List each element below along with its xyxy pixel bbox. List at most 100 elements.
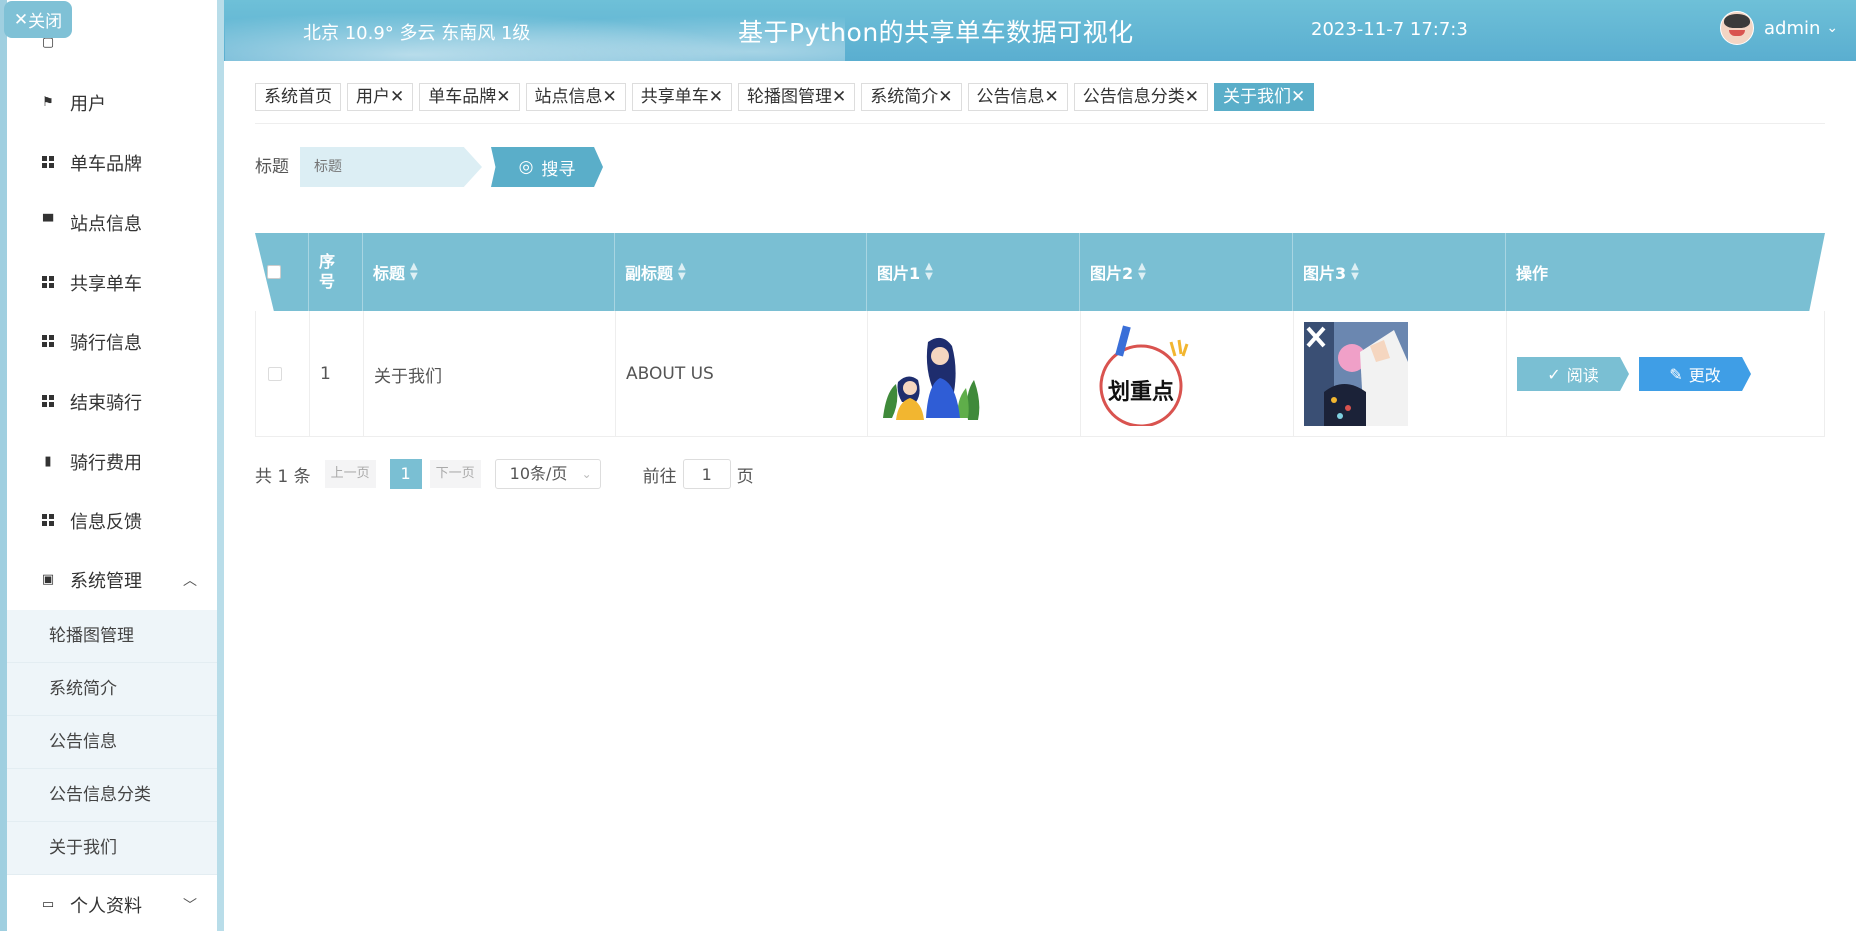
tab-carousel[interactable]: 轮播图管理✕: [738, 83, 856, 111]
tab-system-intro[interactable]: 系统简介✕: [861, 83, 962, 111]
tab-shared-bikes[interactable]: 共享单车✕: [631, 83, 732, 111]
sort-icon[interactable]: ▲ ▼: [1138, 262, 1146, 282]
tab-notices[interactable]: 公告信息✕: [967, 83, 1068, 111]
select-all-cell: [255, 233, 309, 311]
goto-label: 前往: [642, 466, 677, 487]
read-button-label: 阅读: [1566, 366, 1599, 385]
sort-icon[interactable]: ▲ ▼: [410, 262, 418, 282]
tab-about-us[interactable]: 关于我们✕: [1214, 83, 1315, 111]
sidebar: ▢ ⚑ 用户 单车品牌 ▀ 站点信息 共享单车 骑行信息 结束骑行 ▮ 骑行费用: [0, 0, 224, 931]
sidebar-item-label: 用户: [70, 94, 106, 115]
check-icon: ✓: [1547, 364, 1561, 384]
page-number-current[interactable]: 1: [389, 459, 422, 489]
col-header-pic3[interactable]: 图片3 ▲ ▼: [1293, 233, 1506, 311]
doc-icon: ▢: [41, 35, 55, 50]
col-header-index: 序号: [309, 233, 363, 311]
tab-divider: [255, 123, 1825, 124]
sidebar-subitem-notice-category[interactable]: 公告信息分类: [7, 769, 217, 822]
col-header-label: 图片2: [1090, 264, 1134, 283]
sidebar-item-ride-fees[interactable]: ▮ 骑行费用: [7, 432, 217, 492]
system-submenu: 轮播图管理 系统简介 公告信息 公告信息分类 关于我们: [7, 610, 217, 875]
main-content: 系统首页 用户✕ 单车品牌✕ 站点信息✕ 共享单车✕ 轮播图管理✕ 系统简介✕ …: [224, 61, 1856, 931]
sidebar-item-label: 骑行信息: [70, 333, 142, 354]
sidebar-item-end-ride[interactable]: 结束骑行: [7, 372, 217, 432]
search-button-label: 搜寻: [541, 159, 576, 180]
datetime: 2023-11-7 17:7:3: [1311, 19, 1468, 40]
search-input[interactable]: [300, 147, 482, 187]
goto-page-input[interactable]: [682, 459, 731, 489]
table-row: 1 关于我们 ABOUT US 划重点 ✓ 阅读 ✎ 更改: [255, 311, 1825, 437]
edit-icon: ✎: [1669, 364, 1683, 384]
grid-icon: [41, 276, 55, 290]
close-button[interactable]: ✕ 关闭: [4, 1, 72, 38]
cell-pic2: 划重点: [1081, 311, 1294, 437]
col-header-title[interactable]: 标题 ▲ ▼: [363, 233, 615, 311]
user-menu[interactable]: admin ⌄: [1720, 11, 1838, 45]
sidebar-item-label: 骑行费用: [70, 453, 142, 474]
username: admin: [1764, 17, 1821, 39]
edit-button[interactable]: ✎ 更改: [1639, 357, 1751, 391]
sidebar-item-rides[interactable]: 骑行信息: [7, 312, 217, 372]
avatar[interactable]: [1720, 11, 1754, 45]
sidebar-item-shared-bikes[interactable]: 共享单车: [7, 253, 217, 313]
page-size-value: 10条/页: [509, 464, 568, 483]
cell-pic1: [868, 311, 1081, 437]
chevron-down-icon: ⌄: [1826, 20, 1839, 36]
card-icon: ▭: [41, 897, 55, 912]
col-header-label: 图片1: [877, 264, 921, 283]
goto-suffix: 页: [736, 466, 754, 487]
edit-button-label: 更改: [1688, 366, 1721, 385]
col-header-subtitle[interactable]: 副标题 ▲ ▼: [615, 233, 867, 311]
clipboard-x-icon: ▣: [41, 572, 55, 587]
sidebar-subitem-notices[interactable]: 公告信息: [7, 716, 217, 769]
col-header-label: 标题: [373, 264, 406, 283]
sidebar-subitem-about-us[interactable]: 关于我们: [7, 822, 217, 875]
sidebar-item-label: 共享单车: [70, 274, 142, 295]
tab-users[interactable]: 用户✕: [347, 83, 414, 111]
sidebar-item-label: 结束骑行: [70, 393, 142, 414]
sidebar-item-label: 系统管理: [70, 571, 142, 592]
sidebar-item-stations[interactable]: ▀ 站点信息: [7, 193, 217, 253]
read-button[interactable]: ✓ 阅读: [1517, 357, 1629, 391]
grid-icon: [41, 395, 55, 409]
pagination: 共 1 条 上一页 1 下一页 10条/页 ⌄ 前往 页: [255, 459, 754, 489]
page-size-select[interactable]: 10条/页 ⌄: [494, 459, 601, 489]
tab-home[interactable]: 系统首页: [255, 83, 341, 111]
sort-icon[interactable]: ▲ ▼: [1351, 262, 1359, 282]
pic2-thumbnail[interactable]: 划重点: [1091, 322, 1195, 426]
search-button[interactable]: ◎ 搜寻: [491, 147, 603, 187]
search-check-icon: ◎: [518, 157, 534, 177]
sidebar-item-feedback[interactable]: 信息反馈: [7, 491, 217, 551]
grid-icon: [41, 514, 55, 528]
sort-icon[interactable]: ▲ ▼: [925, 262, 933, 282]
row-checkbox[interactable]: [268, 367, 282, 381]
next-page-button[interactable]: 下一页: [429, 460, 481, 488]
close-label: 关闭: [28, 12, 63, 32]
sort-icon[interactable]: ▲ ▼: [678, 262, 686, 282]
cell-subtitle: ABOUT US: [616, 311, 868, 437]
tab-stations[interactable]: 站点信息✕: [525, 83, 626, 111]
tab-bike-brand[interactable]: 单车品牌✕: [419, 83, 520, 111]
pic3-thumbnail[interactable]: [1304, 322, 1408, 426]
chevron-up-icon: ︿: [183, 573, 197, 589]
row-select-cell: [256, 311, 310, 437]
sidebar-item-users[interactable]: ⚑ 用户: [7, 73, 217, 133]
select-all-checkbox[interactable]: [267, 265, 281, 279]
search-label: 标题: [255, 157, 289, 177]
col-header-label: 序号: [319, 252, 336, 291]
close-icon: ✕: [13, 9, 29, 30]
col-header-pic1[interactable]: 图片1 ▲ ▼: [867, 233, 1080, 311]
sidebar-item-profile[interactable]: ▭ 个人资料 ﹀: [7, 875, 217, 931]
table-header: 序号 标题 ▲ ▼ 副标题 ▲ ▼ 图片1 ▲ ▼ 图片2 ▲ ▼ 图片3 ▲ ▼ 操作: [255, 233, 1825, 311]
col-header-pic2[interactable]: 图片2 ▲ ▼: [1080, 233, 1293, 311]
chevron-down-icon: ⌄: [581, 467, 592, 481]
sidebar-item-system-management[interactable]: ▣ 系统管理 ︿: [7, 550, 217, 610]
prev-page-button[interactable]: 上一页: [324, 460, 376, 488]
sidebar-subitem-carousel[interactable]: 轮播图管理: [7, 610, 217, 663]
tab-notice-category[interactable]: 公告信息分类✕: [1073, 83, 1208, 111]
cell-pic3: [1294, 311, 1507, 437]
app-title: 基于Python的共享单车数据可视化: [738, 18, 1134, 47]
sidebar-subitem-system-intro[interactable]: 系统简介: [7, 663, 217, 716]
pic1-thumbnail[interactable]: [878, 322, 982, 426]
sidebar-item-bike-brand[interactable]: 单车品牌: [7, 133, 217, 193]
